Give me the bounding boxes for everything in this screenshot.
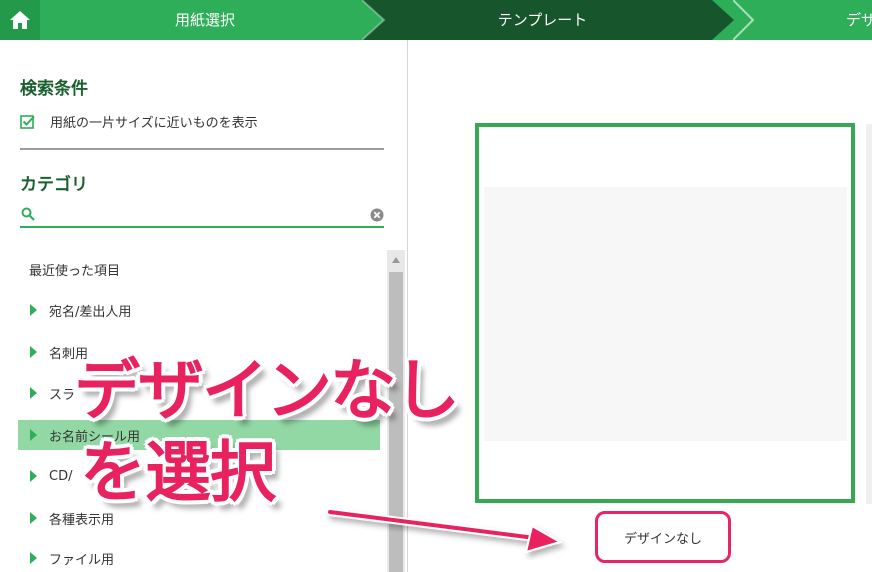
- checkbox-checked-icon: [20, 114, 35, 129]
- size-match-checkbox[interactable]: 用紙の一片サイズに近いものを表示: [20, 112, 258, 131]
- template-card-no-design[interactable]: [475, 123, 855, 503]
- template-name-label: デザインなし: [595, 511, 731, 563]
- step-navigation-bar: 用紙選択 テンプレート デザ: [0, 0, 872, 40]
- home-icon: [10, 11, 30, 29]
- step-design[interactable]: デザ: [846, 0, 872, 40]
- template-preview: [484, 187, 847, 441]
- category-item-label: スラ: [49, 387, 76, 403]
- step-separator-icon: [362, 0, 386, 40]
- step-paper-select[interactable]: 用紙選択: [40, 0, 370, 40]
- category-item-label: CD/: [49, 468, 73, 484]
- category-item-label: ファイル用: [49, 552, 115, 568]
- search-conditions-title: 検索条件: [20, 79, 88, 99]
- step-label: 用紙選択: [174, 11, 235, 29]
- category-item-label: 各種表示用: [49, 512, 115, 528]
- category-search-input[interactable]: [40, 204, 360, 226]
- step-label: デザ: [846, 11, 872, 29]
- annotation-arrow-icon: [326, 508, 563, 554]
- expand-arrow-icon: [30, 304, 37, 316]
- clear-icon[interactable]: [370, 208, 384, 222]
- annotation-text: を選択: [80, 434, 276, 511]
- category-item-address[interactable]: 宛名/差出人用: [18, 295, 380, 325]
- home-button[interactable]: [0, 0, 40, 40]
- category-title: カテゴリ: [20, 175, 88, 195]
- category-search-box: [20, 204, 384, 228]
- triangle-up-icon: [392, 257, 400, 263]
- expand-arrow-icon: [30, 346, 37, 358]
- scroll-up-button[interactable]: [387, 250, 405, 270]
- step-label: テンプレート: [497, 11, 588, 29]
- category-item-label: 宛名/差出人用: [49, 304, 132, 320]
- expand-arrow-icon: [30, 429, 37, 441]
- step-separator-icon: [733, 0, 755, 40]
- search-icon: [21, 207, 35, 221]
- section-divider: [20, 148, 384, 150]
- expand-arrow-icon: [30, 552, 37, 564]
- template-gallery: デザインなし: [409, 40, 872, 572]
- annotation-text: デザインなし: [74, 352, 460, 429]
- checkbox-label: 用紙の一片サイズに近いものを表示: [50, 116, 258, 131]
- next-template-edge: [866, 124, 872, 504]
- category-item-label: 最近使った項目: [29, 263, 121, 279]
- step-template[interactable]: テンプレート: [370, 0, 715, 40]
- expand-arrow-icon: [30, 512, 37, 524]
- category-item-recent[interactable]: 最近使った項目: [18, 254, 380, 284]
- expand-arrow-icon: [30, 470, 37, 482]
- expand-arrow-icon: [30, 387, 37, 399]
